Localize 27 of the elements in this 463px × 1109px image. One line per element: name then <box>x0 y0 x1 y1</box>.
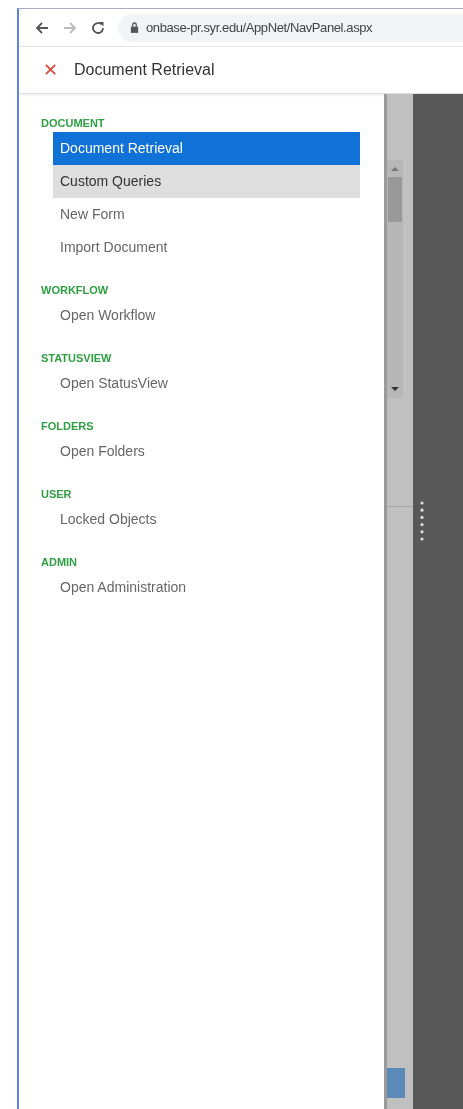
nav-item[interactable]: Open StatusView <box>53 367 360 400</box>
section-heading: DOCUMENT <box>40 116 106 131</box>
drag-handle-icon[interactable] <box>420 500 424 542</box>
section-heading: WORKFLOW <box>40 283 110 298</box>
nav-item[interactable]: Import Document <box>53 231 360 264</box>
forward-icon[interactable] <box>62 19 78 36</box>
section-heading: ADMIN <box>40 555 79 570</box>
nav-item[interactable]: New Form <box>53 198 360 231</box>
nav-item[interactable]: Custom Queries <box>53 165 360 198</box>
reload-icon[interactable] <box>90 19 106 36</box>
section-heading: USER <box>40 487 73 502</box>
scroll-down-icon[interactable] <box>391 387 399 392</box>
address-bar[interactable]: onbase-pr.syr.edu/AppNet/NavPanel.aspx <box>118 13 463 42</box>
close-button[interactable]: ✕ <box>43 61 58 79</box>
nav-item[interactable]: Open Folders <box>53 435 360 468</box>
scrollbar[interactable] <box>387 160 403 398</box>
scroll-up-icon[interactable] <box>391 166 399 171</box>
panel-title: Document Retrieval <box>74 61 215 79</box>
section-heading: STATUSVIEW <box>40 351 113 366</box>
scroll-thumb[interactable] <box>388 177 402 222</box>
lock-icon <box>130 22 139 33</box>
nav-item[interactable]: Locked Objects <box>53 503 360 536</box>
nav-item[interactable]: Open Administration <box>53 571 360 604</box>
nav-item[interactable]: Open Workflow <box>53 299 360 332</box>
section-heading: FOLDERS <box>40 419 95 434</box>
nav-item[interactable]: Document Retrieval <box>53 132 360 165</box>
back-icon[interactable] <box>34 19 50 36</box>
